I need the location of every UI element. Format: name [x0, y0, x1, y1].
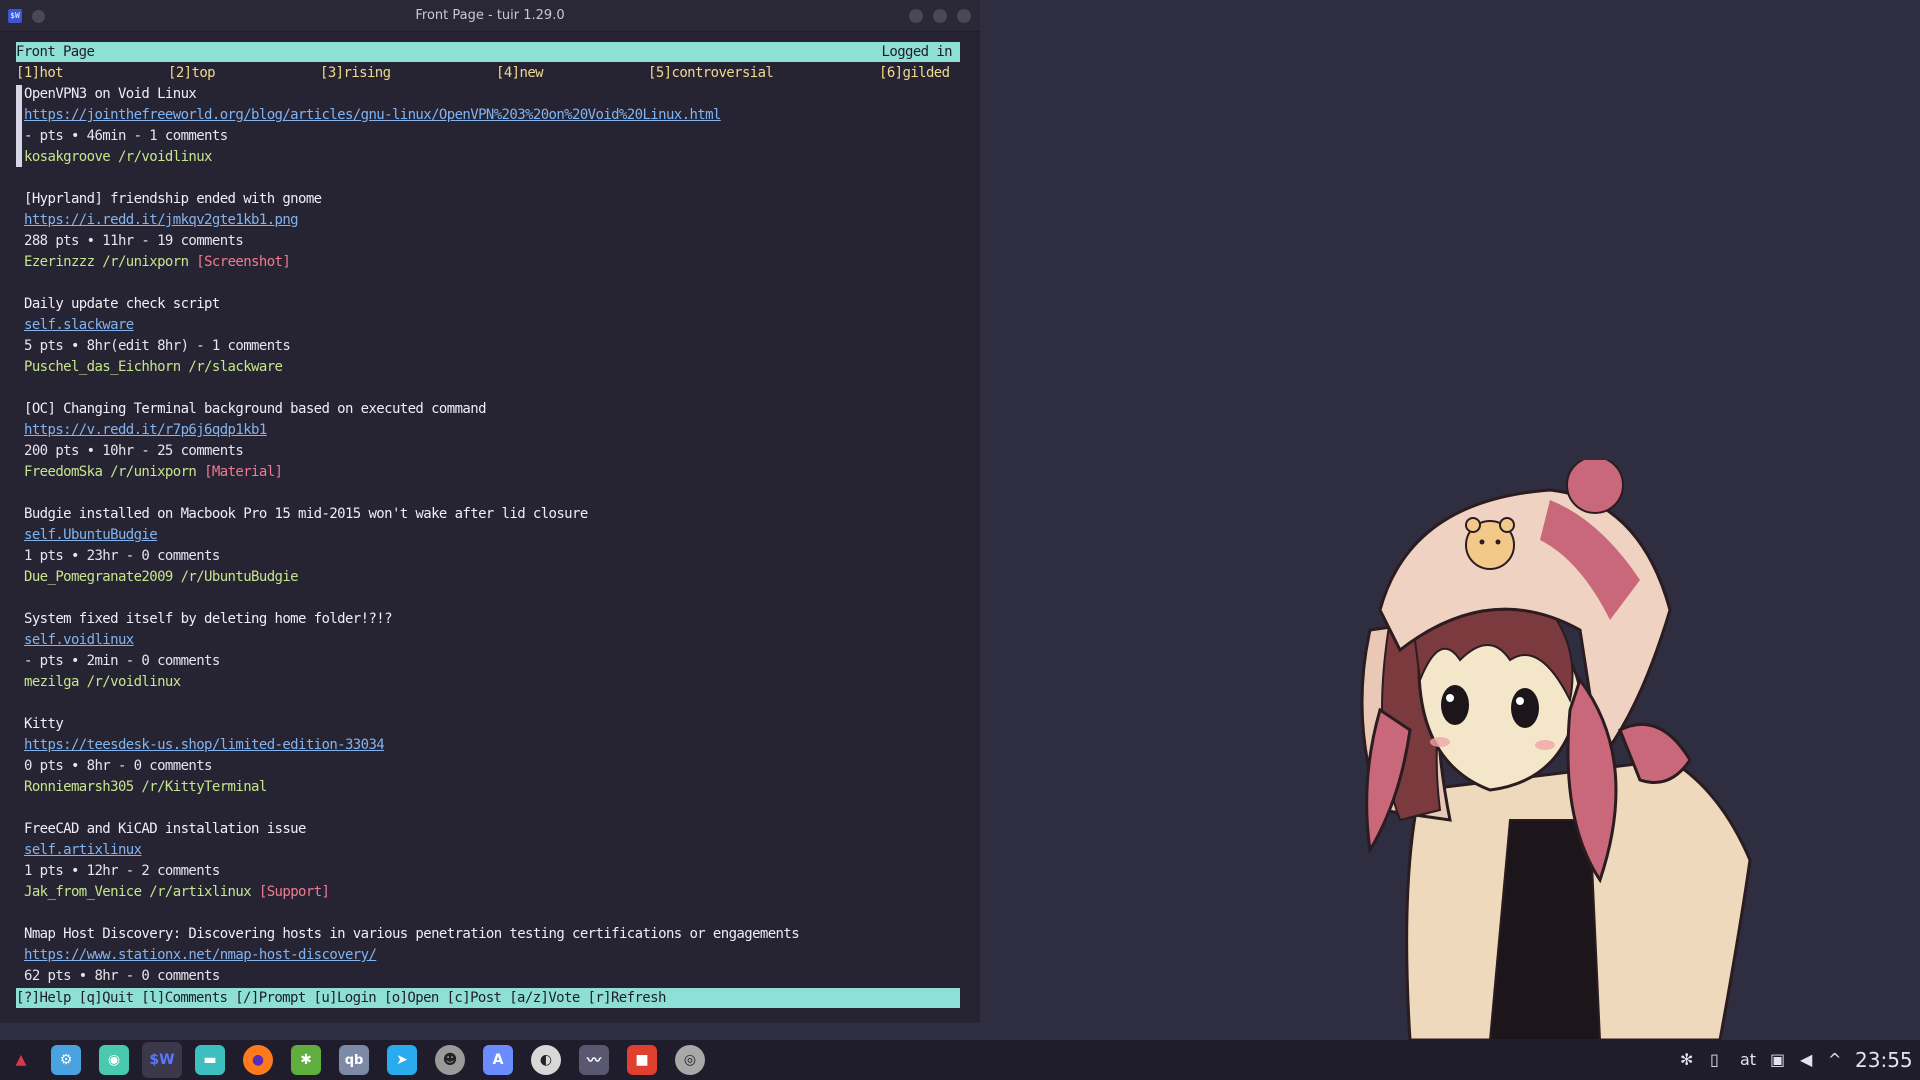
- post-meta: - pts • 2min - 0 comments: [24, 653, 220, 669]
- close-button[interactable]: [957, 9, 971, 23]
- post-author: mezilga /r/voidlinux: [24, 674, 181, 690]
- post-flair: [Screenshot]: [196, 254, 291, 270]
- post-link[interactable]: https://i.redd.it/jmkqv2gte1kb1.png: [24, 210, 299, 231]
- bluetooth-icon[interactable]: ✻: [1680, 1040, 1693, 1080]
- post-flair: [Support]: [258, 884, 330, 900]
- header-bar: Front Page Logged in: [16, 42, 960, 62]
- network-icon[interactable]: ▣: [1770, 1040, 1785, 1080]
- post-title: Daily update check script: [24, 296, 220, 312]
- post-author: FreedomSka /r/unixporn: [24, 464, 197, 480]
- post-author: Puschel_das_Eichhorn /r/slackware: [24, 359, 283, 375]
- taskbar: ▲ ⚙ ◉ $W ▬ ● ✱ qb ➤ ☻ A ◐ 〰 ■ ◎ ✻ ▯ at ▣…: [0, 1040, 1920, 1080]
- tool-icon[interactable]: ✱: [291, 1045, 321, 1075]
- recorder-icon[interactable]: ■: [627, 1045, 657, 1075]
- post-byline: Ronniemarsh305 /r/KittyTerminal: [24, 777, 267, 798]
- post-link[interactable]: self.voidlinux: [24, 630, 134, 651]
- login-status: Logged in: [881, 44, 953, 60]
- maximize-button[interactable]: [933, 9, 947, 23]
- post-meta: 200 pts • 10hr - 25 comments: [24, 443, 244, 459]
- volume-icon[interactable]: ◀: [1800, 1040, 1812, 1080]
- settings-icon[interactable]: ⚙: [51, 1045, 81, 1075]
- window-titlebar[interactable]: $W Front Page - tuir 1.29.0: [0, 0, 980, 32]
- wallpaper-illustration: [1360, 460, 1752, 1040]
- post-author: Jak_from_Venice /r/artixlinux: [24, 884, 252, 900]
- tab-hot[interactable]: [1]hot: [16, 63, 64, 84]
- post-link[interactable]: self.slackware: [24, 315, 134, 336]
- tab-new[interactable]: [4]new: [496, 63, 544, 84]
- post-link[interactable]: https://jointhefreeworld.org/blog/articl…: [24, 105, 721, 126]
- post-author: Ezerinzzz /r/unixporn: [24, 254, 189, 270]
- tuir-terminal[interactable]: Front Page Logged in [1]hot [2]top [3]ri…: [0, 32, 980, 1023]
- post-title: [Hyprland] friendship ended with gnome: [24, 191, 322, 207]
- terminal-window: $W Front Page - tuir 1.29.0 Front Page L…: [0, 0, 980, 1023]
- post-link[interactable]: self.artixlinux: [24, 840, 142, 861]
- clock[interactable]: 23:55: [1855, 1040, 1913, 1080]
- post-byline: Jak_from_Venice /r/artixlinux [Support]: [24, 882, 330, 903]
- qbittorrent-icon[interactable]: qb: [339, 1045, 369, 1075]
- post-author: Ronniemarsh305 /r/KittyTerminal: [24, 779, 267, 795]
- post-title: [OC] Changing Terminal background based …: [24, 401, 487, 417]
- post-title: FreeCAD and KiCAD installation issue: [24, 821, 306, 837]
- telegram-icon[interactable]: ➤: [387, 1045, 417, 1075]
- gimp-icon[interactable]: ☻: [435, 1045, 465, 1075]
- post-title: System fixed itself by deleting home fol…: [24, 611, 393, 627]
- post-title: Kitty: [24, 716, 64, 732]
- post-byline: Ezerinzzz /r/unixporn [Screenshot]: [24, 252, 291, 273]
- discord-icon[interactable]: ◉: [99, 1045, 129, 1075]
- post-meta: 1 pts • 23hr - 0 comments: [24, 548, 220, 564]
- tab-gilded[interactable]: [6]gilded: [879, 63, 950, 84]
- terminal-app-icon: $W: [8, 9, 22, 23]
- post-title: OpenVPN3 on Void Linux: [24, 86, 197, 102]
- post-byline: Puschel_das_Eichhorn /r/slackware: [24, 357, 283, 378]
- post-meta: 0 pts • 8hr - 0 comments: [24, 758, 212, 774]
- page-title: Front Page: [16, 44, 95, 60]
- post-link[interactable]: https://www.stationx.net/nmap-host-disco…: [24, 945, 377, 966]
- monitor-icon[interactable]: 〰: [579, 1045, 609, 1075]
- minimize-button[interactable]: [909, 9, 923, 23]
- post-author: Due_Pomegranate2009 /r/UbuntuBudgie: [24, 569, 299, 585]
- post-byline: FreedomSka /r/unixporn [Material]: [24, 462, 283, 483]
- tab-controversial[interactable]: [5]controversial: [648, 63, 774, 84]
- help-bar: [?]Help [q]Quit [l]Comments [/]Prompt [u…: [16, 988, 960, 1008]
- audio-icon[interactable]: ◐: [531, 1045, 561, 1075]
- sort-tabs: [1]hot [2]top [3]rising [4]new [5]contro…: [16, 63, 960, 84]
- post-author: kosakgroove /r/voidlinux: [24, 149, 212, 165]
- post-title: Nmap Host Discovery: Discovering hosts i…: [24, 926, 800, 942]
- post-meta: 62 pts • 8hr - 0 comments: [24, 968, 220, 984]
- tab-top[interactable]: [2]top: [168, 63, 216, 84]
- chevron-up-icon[interactable]: ^: [1828, 1040, 1841, 1080]
- post-title: Budgie installed on Macbook Pro 15 mid-2…: [24, 506, 588, 522]
- launcher-icon[interactable]: ▲: [6, 1045, 36, 1075]
- appimage-icon[interactable]: A: [483, 1045, 513, 1075]
- post-byline: mezilga /r/voidlinux: [24, 672, 181, 693]
- terminal-icon[interactable]: $W: [142, 1042, 182, 1078]
- post-meta: - pts • 46min - 1 comments: [24, 128, 228, 144]
- tab-rising[interactable]: [3]rising: [320, 63, 391, 84]
- post-byline: Due_Pomegranate2009 /r/UbuntuBudgie: [24, 567, 299, 588]
- window-title: Front Page - tuir 1.29.0: [415, 8, 565, 23]
- selection-cursor: [16, 85, 22, 167]
- post-flair: [Material]: [204, 464, 283, 480]
- post-link[interactable]: https://v.redd.it/r7p6j6qdp1kb1: [24, 420, 267, 441]
- pin-icon[interactable]: [32, 10, 45, 23]
- post-byline: kosakgroove /r/voidlinux: [24, 147, 212, 168]
- firefox-icon[interactable]: ●: [243, 1045, 273, 1075]
- post-meta: 1 pts • 12hr - 2 comments: [24, 863, 220, 879]
- camera-icon[interactable]: ◎: [675, 1045, 705, 1075]
- post-meta: 5 pts • 8hr(edit 8hr) - 1 comments: [24, 338, 291, 354]
- post-link[interactable]: self.UbuntuBudgie: [24, 525, 158, 546]
- post-link[interactable]: https://teesdesk-us.shop/limited-edition…: [24, 735, 385, 756]
- files-icon[interactable]: ▬: [195, 1045, 225, 1075]
- post-meta: 288 pts • 11hr - 19 comments: [24, 233, 244, 249]
- keyboard-layout[interactable]: at: [1740, 1040, 1756, 1080]
- battery-icon[interactable]: ▯: [1710, 1040, 1719, 1080]
